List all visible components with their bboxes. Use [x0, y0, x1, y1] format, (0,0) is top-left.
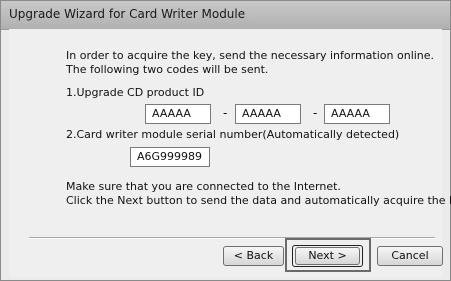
window-title: Upgrade Wizard for Card Writer Module [9, 7, 246, 21]
serial-number-field[interactable]: A6G999989 [130, 147, 210, 167]
serial-number-label: 2.Card writer module serial number(Autom… [66, 128, 400, 141]
instruction-line-2: Click the Next button to send the data a… [66, 194, 451, 207]
next-button[interactable]: Next > [295, 247, 360, 265]
cancel-button[interactable]: Cancel [377, 246, 443, 266]
product-id-separator-2: - [313, 106, 318, 120]
button-divider [29, 237, 435, 239]
product-id-label: 1.Upgrade CD product ID [66, 86, 205, 99]
product-id-field-2[interactable]: AAAAA [235, 104, 301, 124]
title-bar[interactable]: Upgrade Wizard for Card Writer Module [1, 1, 450, 30]
product-id-separator-1: - [223, 106, 228, 120]
instruction-line-1: Make sure that you are connected to the … [66, 180, 341, 193]
intro-line-1: In order to acquire the key, send the ne… [66, 49, 435, 62]
product-id-field-1[interactable]: AAAAA [145, 104, 211, 124]
back-button[interactable]: < Back [223, 246, 284, 266]
wizard-window: Upgrade Wizard for Card Writer Module In… [0, 0, 451, 281]
wizard-content: In order to acquire the key, send the ne… [9, 29, 451, 277]
intro-line-2: The following two codes will be sent. [66, 63, 269, 76]
product-id-field-3[interactable]: AAAAA [324, 104, 390, 124]
